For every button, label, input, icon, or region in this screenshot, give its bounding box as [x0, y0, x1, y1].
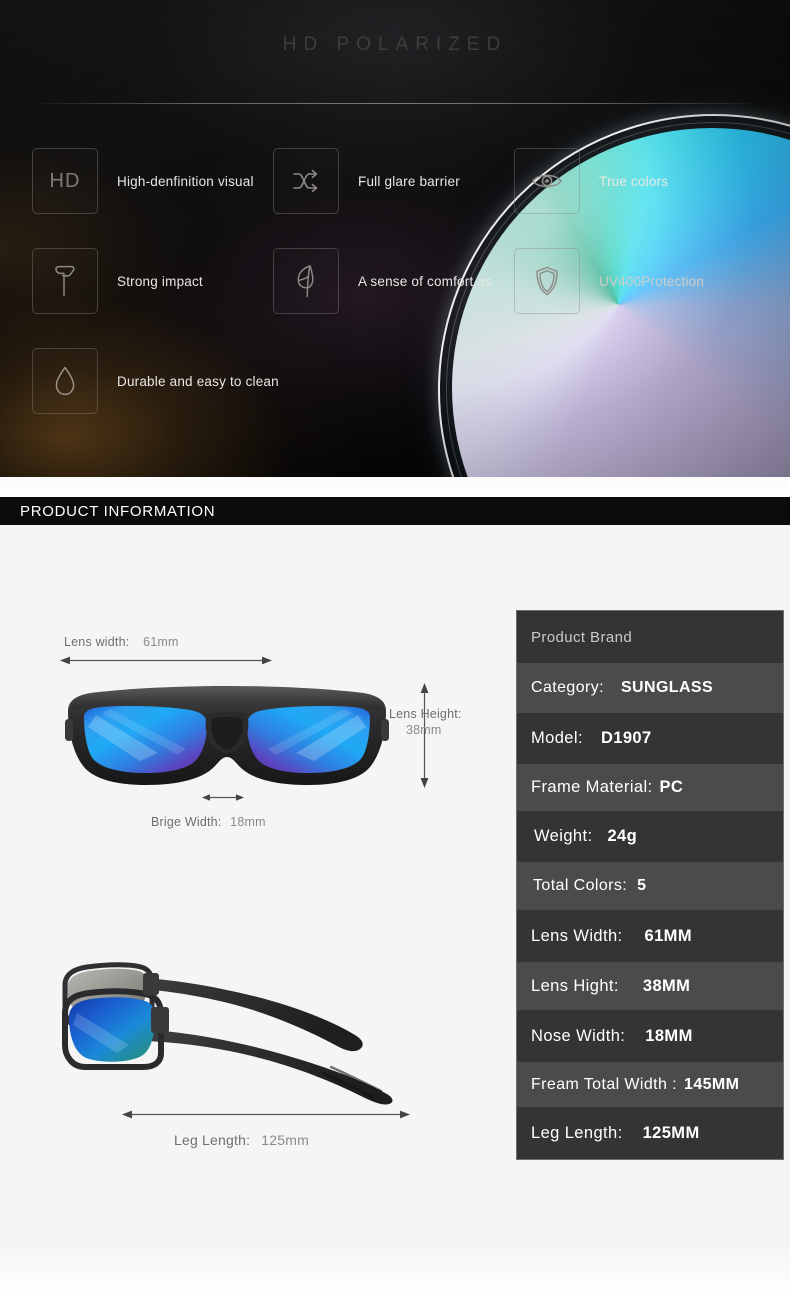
table-row: Frame Material: PC [517, 764, 783, 811]
spec-key: Category: [531, 679, 604, 696]
feature-glare: Full glare barrier [273, 148, 460, 214]
spec-key: Model: [531, 729, 583, 747]
table-row: Leg Length: 125MM [517, 1107, 783, 1159]
feature-durable: Durable and easy to clean [32, 348, 279, 414]
spec-key: Frame Material: [531, 778, 653, 796]
lens-width-arrow [60, 656, 272, 665]
hero-title: HD POLARIZED [282, 34, 508, 55]
table-row: Fream Total Width : 145MM [517, 1062, 783, 1107]
table-row: Category: SUNGLASS [517, 663, 783, 713]
table-row: Model: D1907 [517, 713, 783, 764]
spec-value: 38MM [642, 976, 691, 995]
leg-length-arrow [122, 1110, 410, 1119]
bridge-width-arrow [202, 794, 244, 801]
eye-icon [514, 148, 580, 214]
table-row: Lens Width: 61MM [517, 910, 783, 962]
feature-label: A sense of comfort,as [358, 273, 493, 289]
shuffle-icon [273, 148, 339, 214]
leg-length-dimension-label: Leg Length: 125mm [174, 1132, 309, 1148]
product-spec-table: Product Brand Category: SUNGLASS Model: … [516, 610, 784, 1160]
table-row: Nose Width: 18MM [517, 1010, 783, 1062]
banner-title: PRODUCT INFORMATION [20, 502, 216, 520]
spec-value: 5 [637, 877, 647, 894]
feature-hd: HD High-denfinition visual [32, 148, 254, 214]
spec-value: 24g [607, 827, 638, 845]
page-bottom-fade [0, 1245, 790, 1292]
table-row: Weight: 24g [517, 811, 783, 862]
feature-label: Strong impact [117, 273, 203, 289]
sunglasses-side-view [62, 962, 393, 1105]
spec-brand-label: Product Brand [531, 628, 633, 646]
spec-value: 61MM [644, 926, 692, 945]
spec-key: Weight: [534, 827, 593, 845]
spec-key: Lens Width: [531, 926, 623, 945]
shield-icon [514, 248, 580, 314]
hero-banner-gap [0, 477, 790, 497]
table-row: Lens Hight: 38MM [517, 962, 783, 1010]
lens-width-dimension-label: Lens width: 61mm [64, 635, 179, 649]
table-row: Total Colors: 5 [517, 862, 783, 910]
hd-icon-text: HD [49, 169, 81, 192]
spec-value: SUNGLASS [620, 679, 714, 696]
hero-divider [38, 103, 752, 104]
spec-value: 125MM [642, 1123, 700, 1142]
feature-true-colors: True colors [514, 148, 668, 214]
spec-key: Leg Length: [531, 1123, 623, 1142]
feature-label: UV400Protection [599, 273, 705, 289]
hero-section: HD POLARIZED HD High-denfinition visual … [0, 0, 790, 477]
spec-key: Fream Total Width : [531, 1075, 678, 1093]
sunglasses-front-view [65, 686, 389, 785]
feather-icon [273, 248, 339, 314]
lens-height-dimension-value: 38mm [406, 723, 442, 737]
product-information-banner: PRODUCT INFORMATION [0, 497, 790, 525]
bridge-width-dimension-label: Brige Width: 18mm [151, 815, 266, 829]
product-information-section: Lens width: 61mm Lens Height: 38mm Brige… [0, 525, 790, 1267]
hd-icon: HD [32, 148, 98, 214]
feature-label: Full glare barrier [358, 173, 460, 189]
feature-uv400: UV400Protection [514, 248, 704, 314]
spec-value: PC [659, 778, 684, 796]
feature-label: True colors [599, 173, 669, 189]
spec-key: Total Colors: [533, 877, 628, 894]
spec-key: Lens Hight: [531, 976, 619, 995]
feature-label: High-denfinition visual [117, 173, 254, 189]
spec-value: 18MM [645, 1026, 693, 1045]
spec-value: 145MM [684, 1075, 740, 1093]
spec-row-brand: Product Brand [517, 611, 783, 663]
spec-key: Nose Width: [531, 1026, 626, 1045]
lens-height-dimension-label: Lens Height: [389, 707, 462, 721]
feature-impact: Strong impact [32, 248, 203, 314]
hammer-icon [32, 248, 98, 314]
feature-comfort: A sense of comfort,as [273, 248, 492, 314]
spec-value: D1907 [600, 729, 652, 747]
feature-label: Durable and easy to clean [117, 373, 279, 389]
droplet-icon [32, 348, 98, 414]
